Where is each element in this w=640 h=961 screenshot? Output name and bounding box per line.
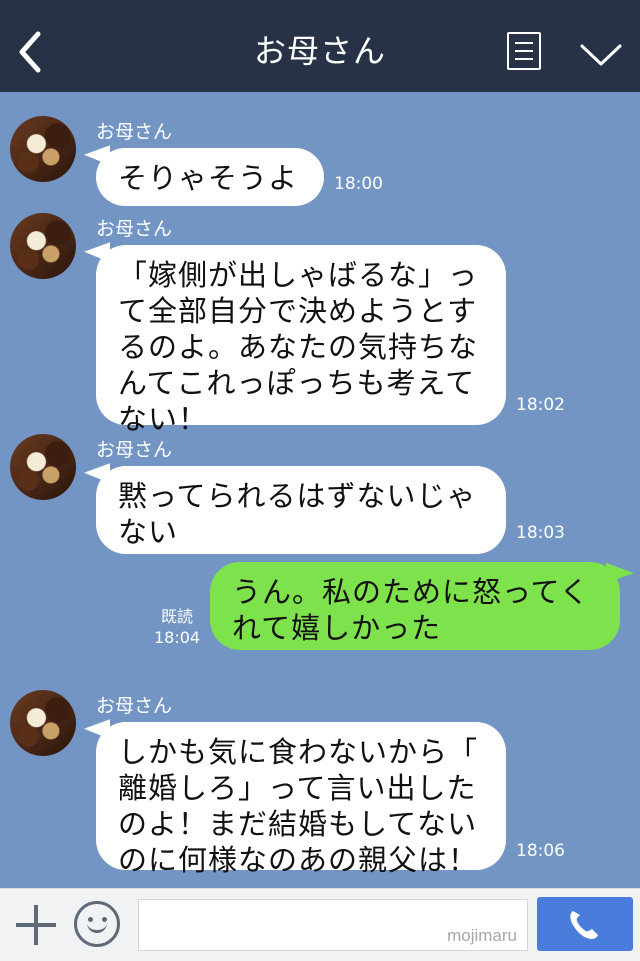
read-label: 既読 — [161, 607, 194, 626]
sender-name: お母さん — [96, 218, 173, 240]
chat-header: お母さん — [0, 0, 640, 92]
call-button[interactable] — [537, 897, 633, 951]
menu-list-icon — [515, 42, 533, 44]
message-time: 18:04 — [154, 628, 201, 647]
sticker-button[interactable] — [74, 901, 120, 947]
phone-icon — [570, 911, 598, 939]
message-bubble[interactable]: 黙ってられるはずないじゃ ない — [96, 466, 506, 554]
avatar[interactable] — [10, 116, 76, 182]
message-row: お母さん しかも気に食わないから「 離婚しろ」って言い出した のよ！まだ結婚もし… — [0, 684, 640, 877]
message-bubble[interactable]: そりゃそうよ — [96, 148, 324, 206]
message-input[interactable]: mojimaru — [138, 899, 528, 951]
own-message-bubble[interactable]: うん。私のために怒ってく れて嬉しかった — [210, 562, 620, 650]
avatar[interactable] — [10, 213, 76, 279]
avatar[interactable] — [10, 434, 76, 500]
watermark-text: mojimaru — [447, 926, 517, 945]
menu-list-line — [515, 50, 533, 52]
avatar[interactable] — [10, 690, 76, 756]
message-time: 18:06 — [516, 841, 565, 861]
smiley-mouth — [87, 921, 107, 933]
message-row: お母さん 「嫁側が出しゃばるな」っ て全部自分で決めようとす るのよ。あなたの気… — [0, 207, 640, 436]
chevron-down-icon — [580, 44, 622, 66]
sender-name: お母さん — [96, 695, 173, 717]
message-bubble[interactable]: 「嫁側が出しゃばるな」っ て全部自分で決めようとす るのよ。あなたの気持ちな ん… — [96, 245, 506, 436]
sender-name: お母さん — [96, 439, 173, 461]
message-row: お母さん 黙ってられるはずないじゃ ない 18:03 — [0, 428, 640, 558]
menu-list-line — [515, 58, 533, 60]
menu-button[interactable] — [507, 32, 541, 70]
sender-name: お母さん — [96, 121, 173, 143]
message-bubble[interactable]: しかも気に食わないから「 離婚しろ」って言い出した のよ！まだ結婚もしてない の… — [96, 722, 506, 877]
collapse-button[interactable] — [578, 40, 624, 70]
message-time: 18:00 — [334, 174, 383, 194]
message-row-own: 既読 18:04 うん。私のために怒ってく れて嬉しかった — [0, 560, 640, 660]
message-time: 18:03 — [516, 523, 565, 543]
input-bar: mojimaru — [0, 888, 640, 961]
read-receipt: 既読 18:04 — [154, 606, 200, 648]
add-button[interactable] — [14, 903, 58, 947]
message-time: 18:02 — [516, 395, 565, 415]
chat-title: お母さん — [253, 32, 386, 70]
message-row: お母さん そりゃそうよ 18:00 — [0, 110, 640, 210]
